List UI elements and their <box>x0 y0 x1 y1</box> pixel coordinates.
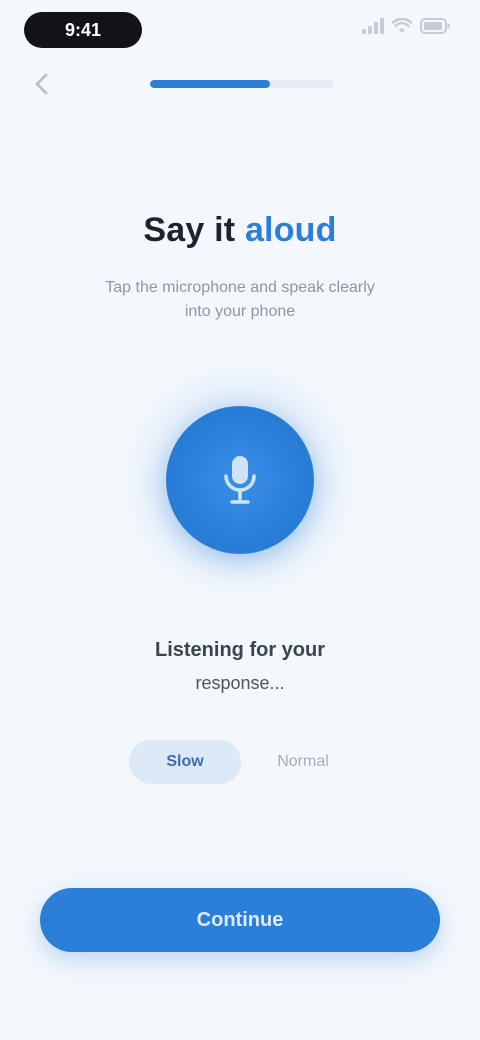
listening-status-line2: response... <box>195 673 285 693</box>
record-button[interactable] <box>166 406 314 554</box>
signal-icon <box>362 18 384 34</box>
wifi-icon <box>392 18 412 33</box>
chip-slow[interactable]: Slow <box>129 740 241 784</box>
status-icons <box>362 18 450 34</box>
page-title: Say it aloud <box>40 208 440 252</box>
back-button[interactable] <box>26 68 58 100</box>
microphone-icon <box>224 456 256 504</box>
battery-icon <box>420 18 450 34</box>
page-title-part1: Say it <box>143 211 236 249</box>
status-time: 9:41 <box>24 12 142 48</box>
speed-chips: Slow Normal <box>0 740 480 784</box>
progress-bar <box>150 80 334 88</box>
page-title-part2: aloud <box>244 211 337 249</box>
status-bar: 9:41 <box>0 0 480 60</box>
voice-practice-screen: 9:41 Say it aloud Tap the microphone and… <box>0 0 480 1040</box>
progress-fill <box>150 80 270 88</box>
continue-button[interactable]: Continue <box>40 888 440 952</box>
chevron-left-icon <box>35 73 48 95</box>
chip-normal[interactable]: Normal <box>255 740 351 784</box>
page-subtitle: Tap the microphone and speak clearly int… <box>105 279 375 320</box>
listening-status-line1: Listening for your <box>155 639 325 661</box>
top-nav <box>0 62 480 106</box>
